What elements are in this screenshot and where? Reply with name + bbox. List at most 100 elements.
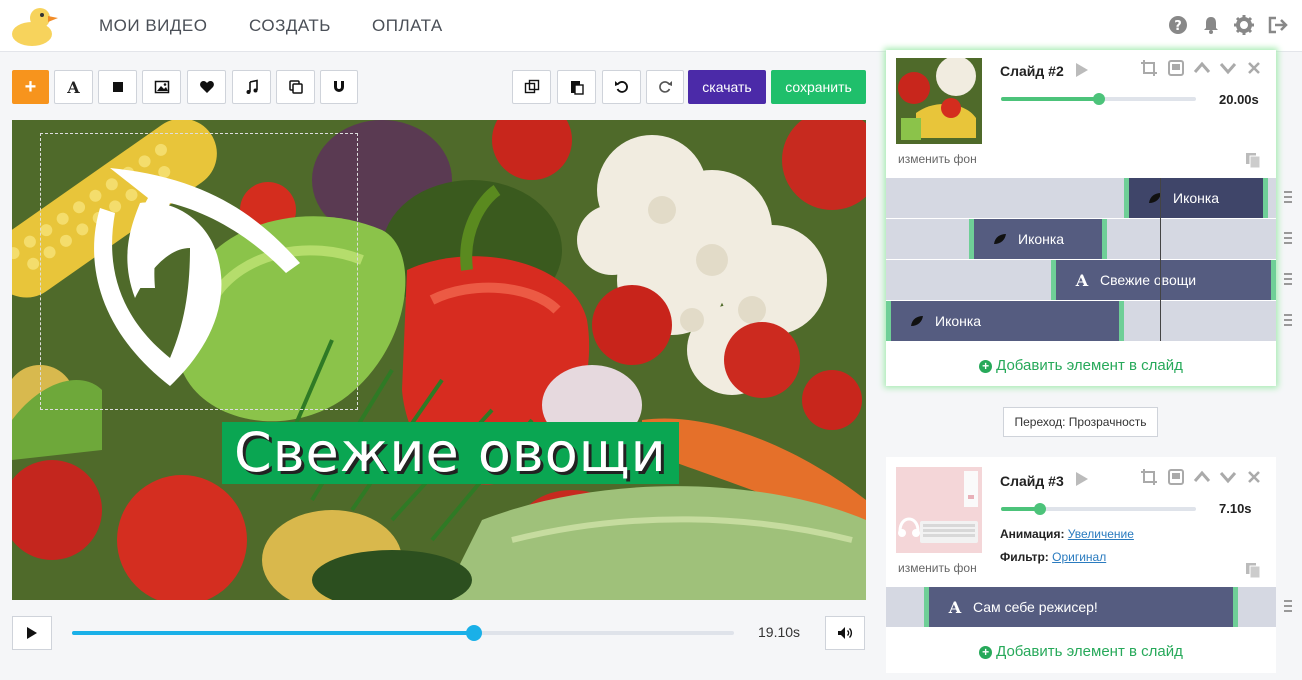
selection-box[interactable]: [40, 133, 358, 410]
image-frame-icon[interactable]: [1167, 59, 1185, 77]
animation-label: Анимация:: [1000, 527, 1065, 541]
paste-icon: [570, 81, 584, 95]
play-slide-icon[interactable]: [1072, 470, 1090, 488]
undo-button[interactable]: [602, 70, 641, 104]
track-bar[interactable]: Иконка: [969, 219, 1107, 259]
track-bar[interactable]: Иконка: [886, 301, 1124, 341]
play-button[interactable]: [12, 616, 52, 650]
nav-create[interactable]: СОЗДАТЬ: [249, 16, 331, 36]
add-image-button[interactable]: [142, 70, 181, 104]
redo-icon: [659, 81, 672, 93]
square-icon: [112, 82, 123, 92]
duplicate-button[interactable]: [276, 70, 315, 104]
slide-title: Слайд #2: [1000, 63, 1064, 79]
slide-playhead: [1160, 178, 1161, 341]
filter-label: Фильтр:: [1000, 550, 1049, 564]
slide-thumbnail[interactable]: [896, 467, 982, 553]
magnet-icon: [334, 81, 344, 92]
layers-icon: [524, 79, 539, 94]
track-lane: Иконка: [886, 219, 1276, 259]
drag-handle-icon[interactable]: [1284, 600, 1292, 614]
add-element-label: Добавить элемент в слайд: [996, 643, 1183, 660]
play-icon: [27, 627, 37, 639]
nav-payment[interactable]: ОПЛАТА: [372, 16, 443, 36]
add-button[interactable]: +: [12, 70, 49, 104]
track-lane: Иконка: [886, 301, 1276, 341]
change-background-link[interactable]: изменить фон: [898, 561, 977, 575]
paste-button[interactable]: [557, 70, 596, 104]
play-slide-icon[interactable]: [1072, 61, 1090, 79]
add-element-button[interactable]: + Добавить элемент в слайд: [886, 357, 1276, 374]
add-music-button[interactable]: [232, 70, 271, 104]
drag-handle-icon[interactable]: [1284, 191, 1292, 205]
heart-icon: [199, 81, 214, 93]
download-button[interactable]: скачать: [688, 70, 766, 104]
slide-duration: 7.10s: [1219, 501, 1252, 516]
track-label: Иконка: [1173, 190, 1220, 206]
transition-button[interactable]: Переход: Прозрачность: [1003, 407, 1158, 437]
crop-icon[interactable]: [1140, 59, 1158, 77]
track-bar[interactable]: A Сам себе режисер!: [924, 587, 1238, 627]
change-background-link[interactable]: изменить фон: [898, 152, 977, 166]
caption-text[interactable]: Свежие овощи: [222, 422, 679, 484]
timeline-progress: [72, 631, 474, 635]
slide-duration-track[interactable]: [1001, 93, 1196, 105]
nav-my-videos[interactable]: МОИ ВИДЕО: [99, 16, 207, 36]
gear-icon[interactable]: [1233, 14, 1255, 36]
close-icon[interactable]: [1245, 468, 1263, 486]
copy-slide-icon[interactable]: [1244, 151, 1262, 169]
move-down-icon[interactable]: [1219, 468, 1237, 486]
desk-thumbnail-image: [896, 467, 982, 553]
copy-slide-icon[interactable]: [1244, 561, 1262, 579]
move-down-icon[interactable]: [1219, 59, 1237, 77]
slide-duration-fill: [1001, 97, 1099, 101]
logout-icon[interactable]: [1267, 14, 1289, 36]
close-icon[interactable]: [1245, 59, 1263, 77]
track-lane: A Сам себе режисер!: [886, 587, 1276, 627]
timeline-knob[interactable]: [465, 625, 482, 641]
slide-title: Слайд #3: [1000, 473, 1064, 489]
track-lane: Иконка: [886, 178, 1276, 218]
crop-icon[interactable]: [1140, 468, 1158, 486]
add-element-button[interactable]: + Добавить элемент в слайд: [886, 643, 1276, 660]
track-label: Свежие овощи: [1100, 272, 1197, 288]
drag-handle-icon[interactable]: [1284, 232, 1292, 246]
add-element-label: Добавить элемент в слайд: [996, 357, 1183, 374]
slide-duration-knob[interactable]: [1034, 503, 1046, 515]
track-label: Иконка: [935, 313, 982, 329]
leaf-icon: [909, 313, 925, 329]
drag-handle-icon[interactable]: [1284, 314, 1292, 328]
add-text-button[interactable]: A: [54, 70, 93, 104]
help-icon[interactable]: ?: [1167, 14, 1189, 36]
drag-handle-icon[interactable]: [1284, 273, 1292, 287]
bring-forward-button[interactable]: [512, 70, 551, 104]
add-shape-button[interactable]: [98, 70, 137, 104]
current-time: 19.10s: [758, 624, 801, 640]
timeline-track[interactable]: [72, 625, 734, 641]
move-up-icon[interactable]: [1193, 59, 1211, 77]
redo-button[interactable]: [646, 70, 684, 104]
move-up-icon[interactable]: [1193, 468, 1211, 486]
slide-duration: 20.00s: [1219, 92, 1259, 107]
track-label: Иконка: [1018, 231, 1065, 247]
undo-icon: [614, 81, 628, 93]
image-frame-icon[interactable]: [1167, 468, 1185, 486]
volume-icon: [838, 627, 853, 639]
slide-duration-knob[interactable]: [1092, 93, 1105, 105]
filter-property: Фильтр: Оригинал: [1000, 550, 1106, 564]
save-button[interactable]: сохранить: [771, 70, 866, 104]
copy-icon: [288, 80, 303, 94]
video-canvas[interactable]: Свежие овощи: [12, 120, 866, 600]
volume-button[interactable]: [825, 616, 865, 650]
track-bar[interactable]: Иконка: [1124, 178, 1268, 218]
animation-value-link[interactable]: Увеличение: [1068, 527, 1134, 541]
bell-icon[interactable]: [1200, 14, 1222, 36]
filter-value-link[interactable]: Оригинал: [1052, 550, 1106, 564]
slide-duration-track[interactable]: [1001, 503, 1196, 515]
track-bar[interactable]: A Свежие овощи: [1051, 260, 1276, 300]
slide-thumbnail[interactable]: [896, 58, 982, 144]
music-icon: [246, 79, 258, 94]
duck-logo-icon[interactable]: [10, 4, 60, 48]
magnet-button[interactable]: [320, 70, 358, 104]
add-icon-button[interactable]: [187, 70, 226, 104]
